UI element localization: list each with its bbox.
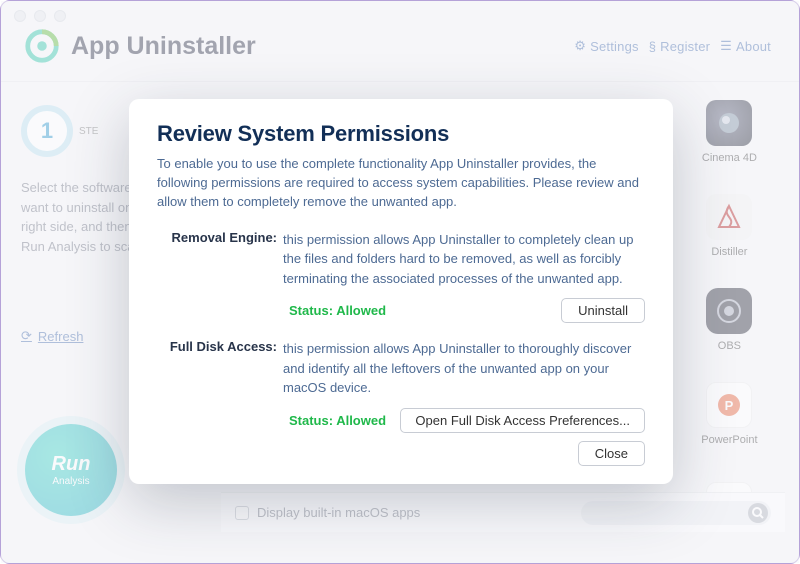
perm1-status: Status: Allowed bbox=[289, 303, 386, 318]
perm2-text: this permission allows App Uninstaller t… bbox=[283, 339, 645, 398]
modal-description: To enable you to use the complete functi… bbox=[157, 155, 645, 212]
perm1-text: this permission allows App Uninstaller t… bbox=[283, 230, 645, 289]
perm2-status: Status: Allowed bbox=[289, 413, 386, 428]
permissions-modal: Review System Permissions To enable you … bbox=[129, 99, 673, 484]
perm1-label: Removal Engine: bbox=[157, 230, 283, 289]
open-fda-preferences-button[interactable]: Open Full Disk Access Preferences... bbox=[400, 408, 645, 433]
close-button[interactable]: Close bbox=[578, 441, 645, 466]
modal-title: Review System Permissions bbox=[157, 121, 645, 147]
app-window: App Uninstaller ⚙ Settings § Register ☰ … bbox=[0, 0, 800, 564]
uninstall-button[interactable]: Uninstall bbox=[561, 298, 645, 323]
perm2-label: Full Disk Access: bbox=[157, 339, 283, 398]
